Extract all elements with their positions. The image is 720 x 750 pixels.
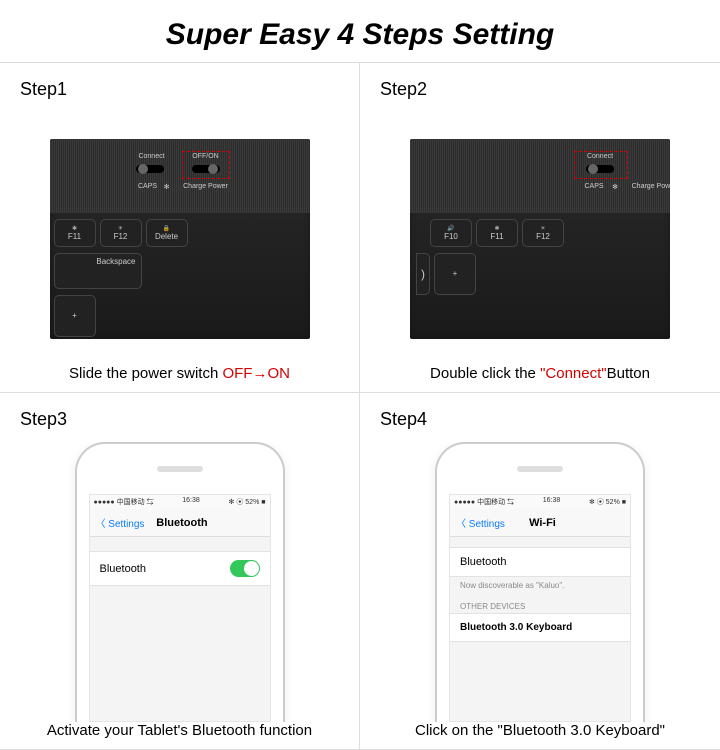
- steps-grid: Step1 Connect OFF/ON CAPS ✻ Charge Power…: [0, 62, 720, 750]
- kb-bt-icon: ✻: [160, 183, 174, 191]
- step2-label: Step2: [380, 79, 700, 100]
- kb-charge-label: Charge Power: [176, 183, 236, 190]
- step3-cell: Step3 ●●●●● 中国移动 ⇆16:38✻ ⦿ 52% ■ 〈 Setti…: [0, 393, 360, 750]
- toggle-on-icon: [230, 560, 260, 577]
- step4-illustration: ●●●●● 中国移动 ⇆16:38✻ ⦿ 52% ■ 〈 SettingsWi-…: [380, 442, 700, 722]
- step3-caption: Activate your Tablet's Bluetooth functio…: [20, 722, 339, 739]
- discoverable-text: Now discoverable as "Kaluo".: [450, 577, 630, 592]
- step1-label: Step1: [20, 79, 339, 100]
- step3-label: Step3: [20, 409, 339, 430]
- bluetooth-row: Bluetooth: [450, 547, 630, 577]
- back-link: 〈 Settings: [96, 515, 145, 530]
- other-devices-header: OTHER DEVICES: [450, 598, 630, 613]
- kb-connect-label: Connect: [132, 153, 172, 160]
- step1-caption: Slide the power switch OFF→ON: [20, 365, 339, 382]
- page-title: Super Easy 4 Steps Setting: [0, 0, 720, 62]
- kb2-charge-label: Charge Power: [624, 183, 670, 190]
- kb2-connect-highlight: [574, 151, 628, 179]
- step3-illustration: ●●●●● 中国移动 ⇆16:38✻ ⦿ 52% ■ 〈 SettingsBlu…: [20, 442, 339, 722]
- step2-caption: Double click the "Connect"Button: [380, 365, 700, 382]
- step2-cell: Step2 Connect CAPS ✻ Charge Power 🔊F10 ✱…: [360, 63, 720, 393]
- step4-caption: Click on the "Bluetooth 3.0 Keyboard": [380, 722, 700, 739]
- step2-illustration: Connect CAPS ✻ Charge Power 🔊F10 ✱F11 ☀F…: [380, 112, 700, 365]
- step4-cell: Step4 ●●●●● 中国移动 ⇆16:38✻ ⦿ 52% ■ 〈 Setti…: [360, 393, 720, 750]
- step1-illustration: Connect OFF/ON CAPS ✻ Charge Power ✱F11 …: [20, 112, 339, 365]
- kb-offon-highlight: [182, 151, 230, 179]
- back-link: 〈 Settings: [456, 515, 505, 530]
- bluetooth-toggle-row: Bluetooth: [90, 551, 270, 586]
- step4-label: Step4: [380, 409, 700, 430]
- device-row: Bluetooth 3.0 Keyboard: [450, 613, 630, 642]
- step1-cell: Step1 Connect OFF/ON CAPS ✻ Charge Power…: [0, 63, 360, 393]
- kb2-bt-icon: ✻: [608, 183, 622, 191]
